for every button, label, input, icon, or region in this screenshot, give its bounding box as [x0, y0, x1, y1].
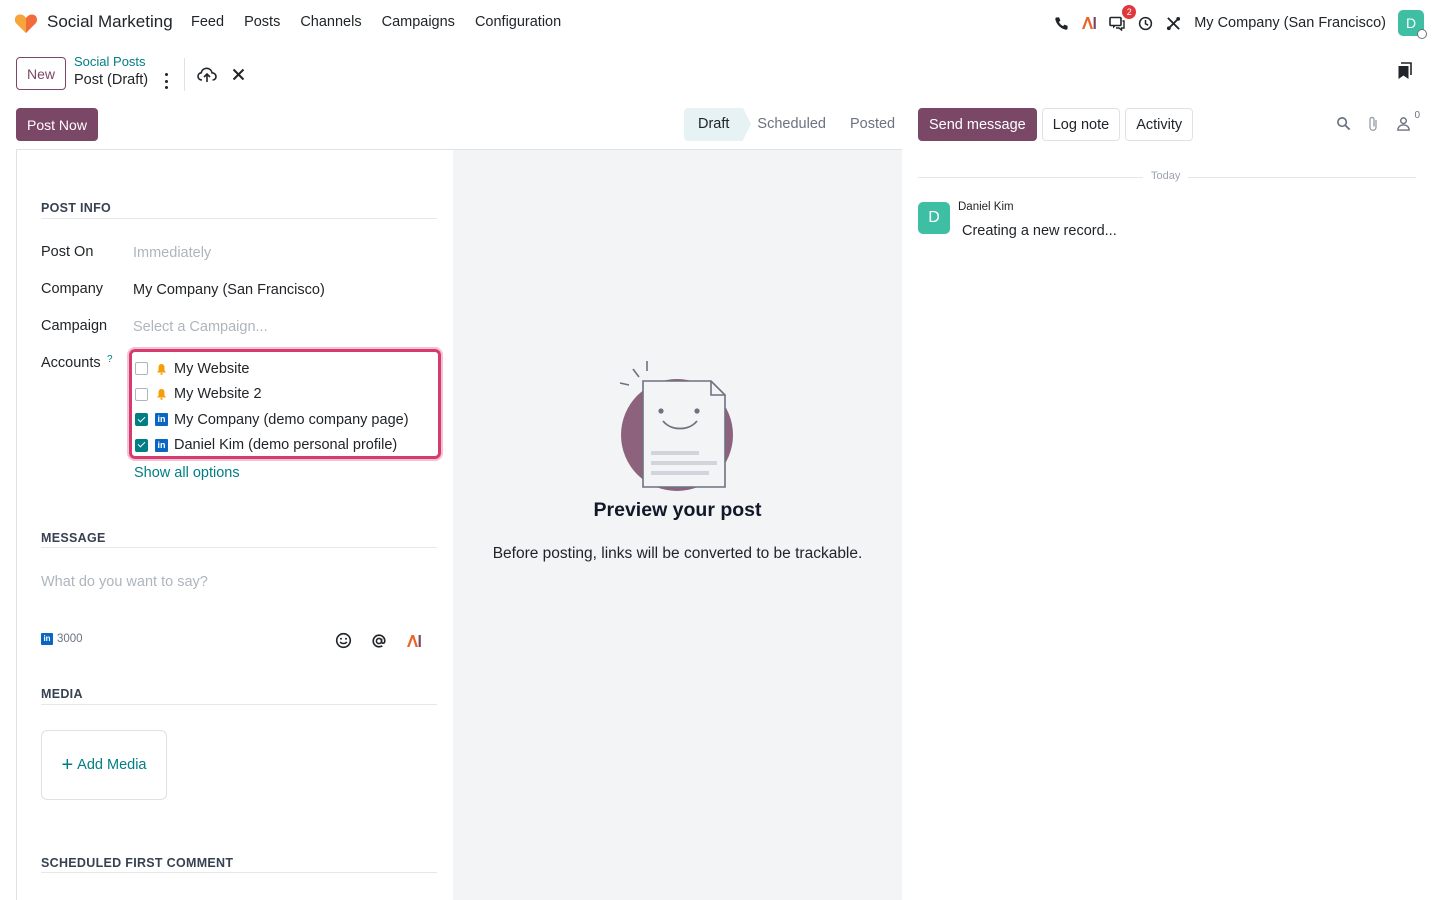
new-button[interactable]: New — [16, 57, 66, 90]
form-column: POST INFO Post On Immediately Company My… — [17, 150, 453, 900]
ai-icon[interactable] — [1080, 14, 1098, 32]
account-checkbox[interactable] — [135, 387, 148, 401]
account-option[interactable]: in Daniel Kim (demo personal profile) — [135, 433, 438, 459]
messages-icon[interactable]: 2 — [1108, 5, 1137, 32]
social-marketing-logo-icon[interactable] — [14, 12, 38, 34]
paperclip-icon[interactable] — [1366, 116, 1382, 132]
first-comment-divider — [41, 872, 437, 873]
post-on-label: Post On — [41, 244, 94, 260]
linkedin-icon: in — [41, 633, 53, 645]
preview-description: Before posting, links will be converted … — [492, 545, 863, 562]
show-all-options-link[interactable]: Show all options — [134, 465, 240, 481]
menu-item-posts[interactable]: Posts — [244, 14, 280, 30]
campaign-field[interactable]: Select a Campaign... — [133, 319, 268, 335]
top-navbar: Social Marketing Feed Posts Channels Cam… — [0, 0, 1440, 46]
first-comment-title: SCHEDULED FIRST COMMENT — [41, 856, 234, 870]
log-note-button[interactable]: Log note — [1041, 108, 1121, 141]
tools-icon[interactable] — [1164, 14, 1182, 32]
actions-menu-icon[interactable] — [160, 73, 172, 89]
message-body: Creating a new record... — [962, 223, 1117, 239]
breadcrumb-parent-link[interactable]: Social Posts — [74, 54, 146, 69]
account-name: My Website 2 — [174, 386, 262, 403]
char-limit-value: 3000 — [57, 633, 83, 645]
media-divider — [41, 704, 437, 705]
post-info-divider — [41, 218, 437, 219]
status-bar: Draft Scheduled Posted — [684, 108, 902, 141]
post-now-button[interactable]: Post Now — [16, 108, 98, 141]
plus-icon: + — [61, 754, 74, 776]
menu-item-campaigns[interactable]: Campaigns — [382, 14, 455, 30]
post-on-field[interactable]: Immediately — [133, 245, 211, 261]
message-toolbar — [335, 632, 422, 649]
clock-icon[interactable] — [1136, 14, 1154, 32]
accounts-help-icon[interactable]: ? — [107, 354, 113, 365]
account-checkbox-checked[interactable] — [135, 438, 148, 452]
company-field[interactable]: My Company (San Francisco) — [133, 282, 325, 298]
account-name: Daniel Kim (demo personal profile) — [174, 437, 398, 454]
activity-button[interactable]: Activity — [1125, 108, 1194, 141]
accounts-label: Accounts — [41, 355, 101, 371]
followers-icon[interactable]: 0 — [1396, 110, 1420, 132]
send-message-button[interactable]: Send message — [918, 108, 1037, 141]
breadcrumb-current: Post (Draft) — [74, 72, 149, 88]
messages-badge: 2 — [1122, 5, 1137, 19]
account-option[interactable]: My Website 2 — [135, 382, 438, 408]
status-posted[interactable]: Posted — [838, 108, 907, 141]
campaign-label: Campaign — [41, 318, 108, 334]
preview-title: Preview your post — [593, 499, 762, 521]
app-name[interactable]: Social Marketing — [47, 12, 173, 32]
status-scheduled[interactable]: Scheduled — [743, 108, 838, 141]
user-avatar[interactable]: D — [1398, 10, 1427, 39]
bookmark-icon[interactable] — [1397, 62, 1413, 80]
discard-close-icon[interactable] — [232, 68, 245, 81]
systray: 2 My Company (San Francisco) D — [1042, 5, 1427, 39]
add-media-label: Add Media — [77, 757, 147, 773]
account-option[interactable]: in My Company (demo company page) — [135, 407, 438, 433]
preview-document-illustration-icon — [619, 361, 733, 491]
message-title: MESSAGE — [41, 531, 106, 545]
company-switcher[interactable]: My Company (San Francisco) — [1194, 15, 1386, 31]
company-label: Company — [41, 281, 104, 297]
date-separator-label: Today — [1143, 170, 1189, 182]
linkedin-char-counter: in 3000 — [41, 633, 83, 645]
linkedin-icon: in — [155, 413, 168, 427]
linkedin-icon: in — [155, 438, 168, 452]
menu-item-configuration[interactable]: Configuration — [475, 14, 561, 30]
post-info-title: POST INFO — [41, 201, 112, 215]
form-sheet: POST INFO Post On Immediately Company My… — [16, 149, 902, 900]
message-divider — [41, 547, 437, 548]
chatter-topbar: Send message Log note Activity — [918, 108, 1194, 141]
account-checkbox-checked[interactable] — [135, 413, 148, 427]
account-option[interactable]: My Website — [135, 356, 438, 382]
search-icon[interactable] — [1336, 116, 1352, 132]
ai-assist-icon[interactable] — [405, 632, 422, 649]
menu-item-feed[interactable]: Feed — [191, 14, 224, 30]
account-checkbox[interactable] — [135, 362, 148, 376]
website-bell-icon — [155, 362, 168, 375]
status-draft[interactable]: Draft — [684, 108, 752, 141]
message-author-avatar[interactable]: D — [918, 202, 950, 234]
save-cloud-icon[interactable] — [197, 66, 217, 84]
user-avatar-letter: D — [1405, 15, 1417, 31]
main-menu: Feed Posts Channels Campaigns Configurat… — [191, 14, 561, 30]
mention-at-icon[interactable] — [370, 632, 387, 649]
chatter-tools: 0 — [1336, 110, 1420, 132]
phone-icon[interactable] — [1052, 14, 1070, 32]
followers-count: 0 — [1414, 110, 1420, 121]
breadcrumb-divider — [184, 58, 185, 91]
message-input[interactable]: What do you want to say? — [41, 574, 208, 590]
account-name: My Website — [174, 360, 250, 377]
post-preview-panel: Preview your post Before posting, links … — [453, 150, 902, 900]
emoji-icon[interactable] — [335, 632, 352, 649]
add-media-button[interactable]: + Add Media — [41, 730, 167, 800]
menu-item-channels[interactable]: Channels — [300, 14, 361, 30]
message-author[interactable]: Daniel Kim — [958, 201, 1014, 213]
presence-status-icon — [1417, 29, 1427, 39]
website-bell-icon — [155, 388, 168, 401]
account-name: My Company (demo company page) — [174, 411, 409, 428]
media-title: MEDIA — [41, 687, 83, 701]
accounts-checkbox-list: My Website My Website 2 in My Company (d… — [129, 349, 441, 459]
